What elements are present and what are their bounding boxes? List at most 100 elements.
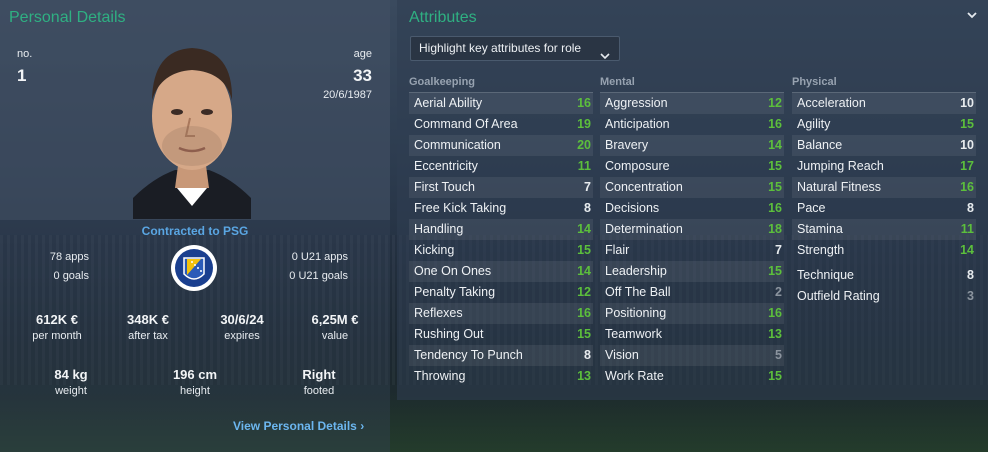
- contract-expiry: 30/6/24 expires: [197, 312, 287, 342]
- attribute-row[interactable]: Leadership 15: [600, 261, 784, 282]
- attribute-row[interactable]: Handling 14: [409, 219, 593, 240]
- attribute-row[interactable]: Natural Fitness 16: [792, 177, 976, 198]
- attribute-value: 10: [960, 138, 974, 152]
- attribute-name: Penalty Taking: [414, 285, 496, 299]
- attribute-value: 16: [577, 306, 591, 320]
- attribute-row[interactable]: Positioning 16: [600, 303, 784, 324]
- attribute-value: 14: [577, 222, 591, 236]
- attribute-value: 17: [960, 159, 974, 173]
- foot-value: Right: [302, 367, 336, 382]
- attribute-row[interactable]: Pace 8: [792, 198, 976, 219]
- attribute-name: Command Of Area: [414, 117, 518, 131]
- physical-column: Physical Acceleration 10 Agility 15 Balance 1…: [792, 76, 976, 307]
- attribute-row[interactable]: Eccentricity 11: [409, 156, 593, 177]
- attribute-row[interactable]: Teamwork 13: [600, 324, 784, 345]
- attribute-row[interactable]: Balance 10: [792, 135, 976, 156]
- attribute-name: Concentration: [605, 180, 683, 194]
- attribute-value: 15: [768, 264, 782, 278]
- attribute-row[interactable]: Jumping Reach 17: [792, 156, 976, 177]
- attribute-row[interactable]: Aggression 12: [600, 93, 784, 114]
- foot-label: footed: [303, 385, 335, 397]
- attribute-name: Communication: [414, 138, 501, 152]
- attribute-row[interactable]: Command Of Area 19: [409, 114, 593, 135]
- national-team-badge-icon[interactable]: [170, 244, 218, 292]
- contract-club-link[interactable]: Contracted to PSG: [120, 224, 270, 238]
- date-of-birth: 20/6/1987: [323, 89, 372, 101]
- attribute-name: Stamina: [797, 222, 843, 236]
- attribute-row[interactable]: Kicking 15: [409, 240, 593, 261]
- attribute-name: Bravery: [605, 138, 649, 152]
- attribute-name: Kicking: [414, 243, 455, 257]
- attribute-value: 15: [768, 180, 782, 194]
- attribute-name: Leadership: [605, 264, 667, 278]
- attribute-row[interactable]: Stamina 11: [792, 219, 976, 240]
- attribute-value: 12: [577, 285, 591, 299]
- attribute-row[interactable]: Technique 8: [792, 265, 976, 286]
- attribute-row[interactable]: Composure 15: [600, 156, 784, 177]
- attribute-name: Work Rate: [605, 369, 664, 383]
- attribute-value: 16: [768, 201, 782, 215]
- attribute-value: 2: [775, 285, 782, 299]
- attribute-value: 14: [577, 264, 591, 278]
- highlight-role-label: Highlight key attributes for role: [419, 41, 582, 55]
- attribute-row[interactable]: First Touch 7: [409, 177, 593, 198]
- chevron-right-icon: ›: [360, 419, 365, 433]
- attribute-name: Natural Fitness: [797, 180, 882, 194]
- attribute-row[interactable]: Rushing Out 15: [409, 324, 593, 345]
- wage-label: per month: [32, 330, 82, 342]
- attribute-row[interactable]: Concentration 15: [600, 177, 784, 198]
- attribute-row[interactable]: Tendency To Punch 8: [409, 345, 593, 366]
- personal-details-title: Personal Details: [9, 9, 126, 26]
- attribute-row[interactable]: Flair 7: [600, 240, 784, 261]
- mental-heading: Mental: [600, 76, 784, 93]
- u21-goals-count: 0 U21 goals: [289, 270, 348, 282]
- attribute-row[interactable]: Vision 5: [600, 345, 784, 366]
- personal-details-panel: Personal Details no. 1 age 33 20/6/1987 …: [0, 0, 390, 452]
- attribute-value: 16: [960, 180, 974, 194]
- player-weight: 84 kg weight: [26, 367, 116, 397]
- attribute-row[interactable]: Acceleration 10: [792, 93, 976, 114]
- player-value: 6,25M € value: [290, 312, 380, 342]
- attribute-name: Agility: [797, 117, 831, 131]
- attribute-value: 7: [775, 243, 782, 257]
- age-value: 33: [353, 66, 372, 85]
- attribute-row[interactable]: Outfield Rating 3: [792, 286, 976, 307]
- attribute-row[interactable]: Determination 18: [600, 219, 784, 240]
- height-label: height: [180, 385, 210, 397]
- chevron-down-icon[interactable]: [966, 8, 978, 20]
- attribute-row[interactable]: Strength 14: [792, 240, 976, 261]
- attribute-value: 5: [775, 348, 782, 362]
- attribute-name: Balance: [797, 138, 843, 152]
- attribute-row[interactable]: One On Ones 14: [409, 261, 593, 282]
- attribute-value: 15: [768, 159, 782, 173]
- attribute-row[interactable]: Penalty Taking 12: [409, 282, 593, 303]
- attribute-row[interactable]: Aerial Ability 16: [409, 93, 593, 114]
- attribute-value: 13: [577, 369, 591, 383]
- attribute-name: Composure: [605, 159, 670, 173]
- attribute-row[interactable]: Work Rate 15: [600, 366, 784, 387]
- weight-label: weight: [55, 385, 87, 397]
- attribute-row[interactable]: Reflexes 16: [409, 303, 593, 324]
- highlight-role-dropdown[interactable]: Highlight key attributes for role: [410, 36, 620, 61]
- attribute-row[interactable]: Communication 20: [409, 135, 593, 156]
- attribute-row[interactable]: Anticipation 16: [600, 114, 784, 135]
- value-amount: 6,25M €: [311, 312, 359, 327]
- attribute-name: Vision: [605, 348, 639, 362]
- attribute-value: 16: [768, 117, 782, 131]
- view-personal-details-link[interactable]: View Personal Details ›: [233, 419, 364, 433]
- attribute-row[interactable]: Bravery 14: [600, 135, 784, 156]
- attribute-row[interactable]: Off The Ball 2: [600, 282, 784, 303]
- attribute-row[interactable]: Agility 15: [792, 114, 976, 135]
- attribute-name: Outfield Rating: [797, 289, 880, 303]
- attribute-row[interactable]: Throwing 13: [409, 366, 593, 387]
- attribute-name: Acceleration: [797, 96, 866, 110]
- dropdown-chevron-icon: [600, 45, 610, 60]
- attribute-row[interactable]: Decisions 16: [600, 198, 784, 219]
- attribute-row[interactable]: Free Kick Taking 8: [409, 198, 593, 219]
- attribute-name: Decisions: [605, 201, 660, 215]
- preferred-foot: Right footed: [274, 367, 364, 397]
- attribute-name: Rushing Out: [414, 327, 484, 341]
- attribute-value: 8: [584, 201, 591, 215]
- attribute-name: Anticipation: [605, 117, 670, 131]
- attribute-value: 3: [967, 289, 974, 303]
